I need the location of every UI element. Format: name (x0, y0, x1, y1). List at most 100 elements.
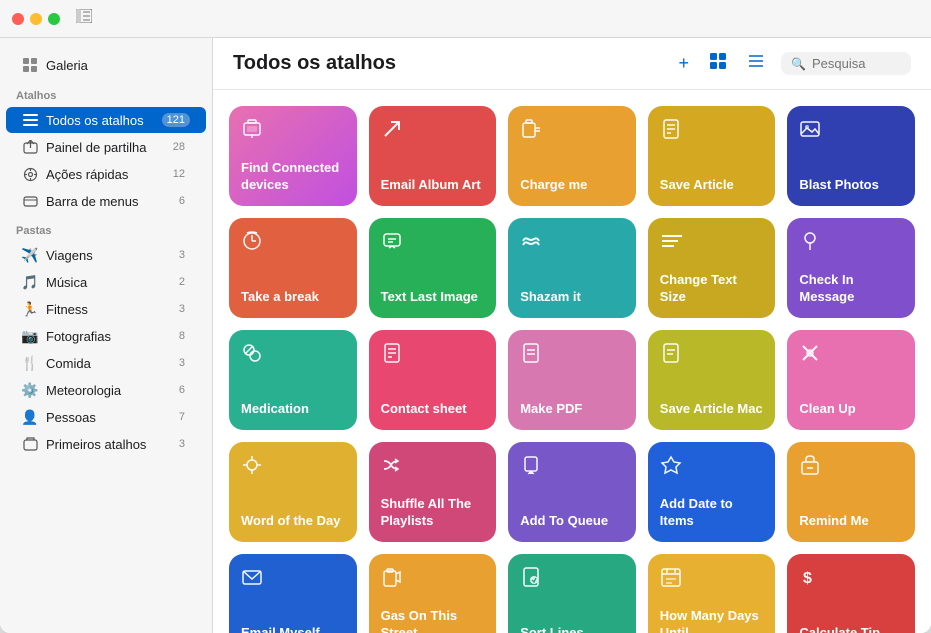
list-view-button[interactable] (743, 48, 769, 79)
shortcut-add-date[interactable]: Add Date to Items (648, 442, 776, 542)
all-badge: 121 (162, 113, 190, 127)
gas-icon (381, 566, 485, 594)
shortcut-save-article[interactable]: Save Article (648, 106, 776, 206)
sidebar-item-menu[interactable]: Barra de menus 6 (6, 188, 206, 214)
sidebar-item-meteorologia[interactable]: ⚙️ Meteorologia 6 (6, 377, 206, 403)
calc-tip-label: Calculate Tip (799, 625, 903, 633)
close-button[interactable] (12, 13, 24, 25)
shortcut-calc-tip[interactable]: $ Calculate Tip (787, 554, 915, 633)
shuffle-icon (381, 454, 485, 482)
sidebar-item-all[interactable]: Todos os atalhos 121 (6, 107, 206, 133)
galeria-label: Galeria (46, 58, 190, 73)
shortcut-clean[interactable]: Clean Up (787, 330, 915, 430)
share-label: Painel de partilha (46, 140, 160, 155)
shortcut-sort[interactable]: Sort Lines (508, 554, 636, 633)
shortcuts-grid: Find Connected devices Email Album Art C… (213, 90, 931, 633)
text-last-icon (381, 230, 485, 258)
share-icon (22, 139, 38, 155)
shortcut-email-myself[interactable]: Email Myself (229, 554, 357, 633)
maximize-button[interactable] (48, 13, 60, 25)
contact-label: Contact sheet (381, 401, 485, 418)
add-button[interactable]: + (674, 49, 693, 78)
shortcut-change-text[interactable]: Change Text Size (648, 218, 776, 318)
sidebar-item-primeiros[interactable]: Primeiros atalhos 3 (6, 431, 206, 457)
shortcut-blast[interactable]: Blast Photos (787, 106, 915, 206)
checkin-label: Check In Message (799, 272, 903, 306)
medication-icon (241, 342, 345, 370)
text-last-label: Text Last Image (381, 289, 485, 306)
word-icon (241, 454, 345, 482)
shortcut-checkin[interactable]: Check In Message (787, 218, 915, 318)
shortcut-howmany[interactable]: How Many Days Until (648, 554, 776, 633)
save-article-label: Save Article (660, 177, 764, 194)
make-pdf-icon (520, 342, 624, 370)
comida-icon: 🍴 (22, 355, 38, 371)
sidebar-item-quick[interactable]: Ações rápidas 12 (6, 161, 206, 187)
share-badge: 28 (168, 140, 190, 154)
pessoas-icon: 👤 (22, 409, 38, 425)
svg-text:$: $ (803, 570, 812, 587)
search-input[interactable] (812, 56, 892, 71)
search-container: 🔍 (781, 52, 911, 75)
fotografias-label: Fotografias (46, 329, 166, 344)
traffic-lights (12, 13, 60, 25)
sidebar-item-fitness[interactable]: 🏃 Fitness 3 (6, 296, 206, 322)
shortcut-find-connected[interactable]: Find Connected devices (229, 106, 357, 206)
sidebar-item-pessoas[interactable]: 👤 Pessoas 7 (6, 404, 206, 430)
shortcut-remind[interactable]: Remind Me (787, 442, 915, 542)
sidebar-toggle-button[interactable] (76, 9, 92, 28)
shortcut-save-mac[interactable]: Save Article Mac (648, 330, 776, 430)
remind-icon (799, 454, 903, 482)
make-pdf-label: Make PDF (520, 401, 624, 418)
all-icon (22, 112, 38, 128)
pessoas-badge: 7 (174, 410, 190, 424)
shortcut-email-art[interactable]: Email Album Art (369, 106, 497, 206)
add-queue-label: Add To Queue (520, 513, 624, 530)
quick-icon (22, 166, 38, 182)
sidebar-item-galeria[interactable]: Galeria (6, 51, 206, 79)
minimize-button[interactable] (30, 13, 42, 25)
page-title: Todos os atalhos (233, 52, 662, 75)
shortcut-text-last[interactable]: Text Last Image (369, 218, 497, 318)
shortcut-medication[interactable]: Medication (229, 330, 357, 430)
shortcut-add-queue[interactable]: Add To Queue (508, 442, 636, 542)
email-myself-label: Email Myself (241, 625, 345, 633)
sidebar-item-viagens[interactable]: ✈️ Viagens 3 (6, 242, 206, 268)
atalhos-section-label: Atalhos (0, 80, 212, 106)
fitness-label: Fitness (46, 302, 166, 317)
clean-icon (799, 342, 903, 370)
shortcut-charge[interactable]: Charge me (508, 106, 636, 206)
menu-label: Barra de menus (46, 194, 166, 209)
pessoas-label: Pessoas (46, 410, 166, 425)
grid-view-button[interactable] (705, 48, 731, 79)
sidebar-item-share[interactable]: Painel de partilha 28 (6, 134, 206, 160)
menu-icon (22, 193, 38, 209)
comida-label: Comida (46, 356, 166, 371)
add-date-label: Add Date to Items (660, 496, 764, 530)
fotografias-icon: 📷 (22, 328, 38, 344)
medication-label: Medication (241, 401, 345, 418)
menu-badge: 6 (174, 194, 190, 208)
email-art-label: Email Album Art (381, 177, 485, 194)
sidebar-item-musica[interactable]: 🎵 Música 2 (6, 269, 206, 295)
shortcut-gas[interactable]: Gas On This Street (369, 554, 497, 633)
shortcut-word[interactable]: Word of the Day (229, 442, 357, 542)
take-break-label: Take a break (241, 289, 345, 306)
sort-icon (520, 566, 624, 594)
titlebar (0, 0, 931, 38)
shortcut-shazam[interactable]: Shazam it (508, 218, 636, 318)
shazam-icon (520, 230, 624, 258)
shortcut-make-pdf[interactable]: Make PDF (508, 330, 636, 430)
shortcut-shuffle[interactable]: Shuffle All The Playlists (369, 442, 497, 542)
all-label: Todos os atalhos (46, 113, 154, 128)
charge-label: Charge me (520, 177, 624, 194)
find-icon (241, 118, 345, 146)
viagens-badge: 3 (174, 248, 190, 262)
sidebar-item-comida[interactable]: 🍴 Comida 3 (6, 350, 206, 376)
blast-label: Blast Photos (799, 177, 903, 194)
sidebar-item-fotografias[interactable]: 📷 Fotografias 8 (6, 323, 206, 349)
shortcut-take-break[interactable]: Take a break (229, 218, 357, 318)
fitness-icon: 🏃 (22, 301, 38, 317)
shortcut-contact[interactable]: Contact sheet (369, 330, 497, 430)
howmany-icon (660, 566, 764, 594)
